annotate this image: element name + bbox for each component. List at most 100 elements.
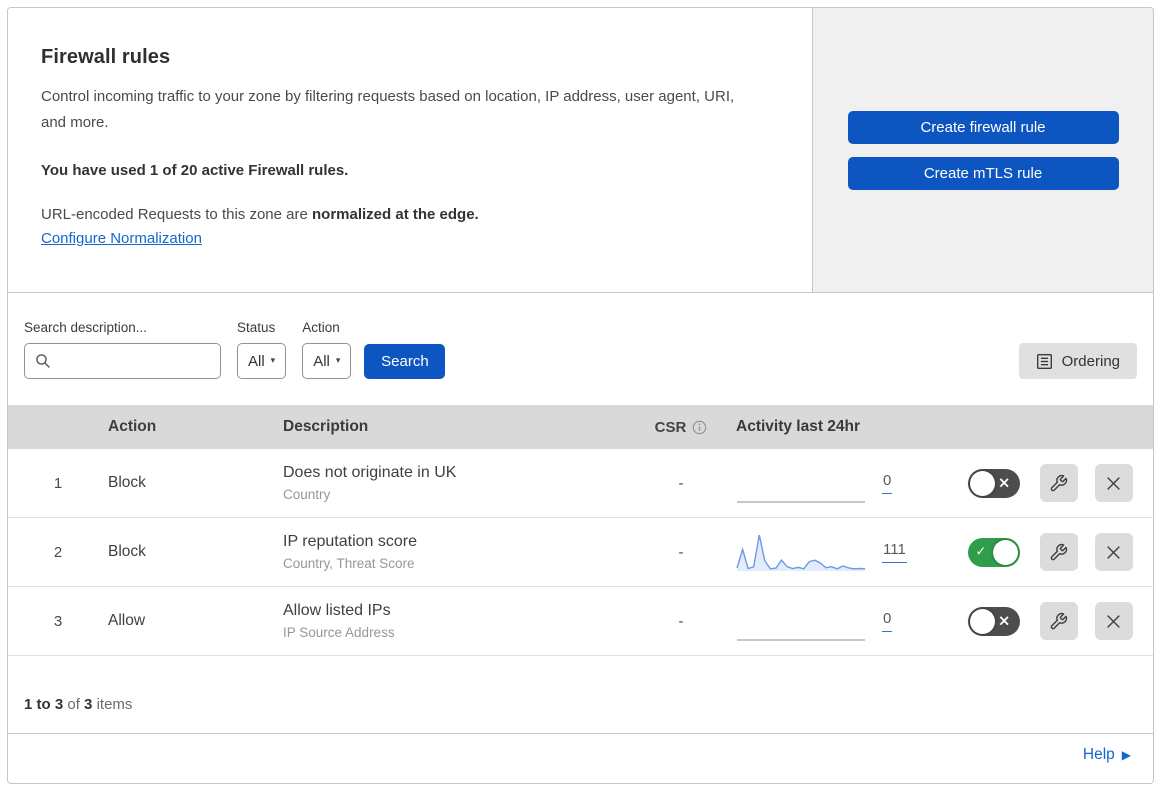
intro-description: Control incoming traffic to your zone by… <box>41 88 735 132</box>
action-filter-group: Action All ▾ <box>302 320 352 379</box>
usage-note: You have used 1 of 20 active Firewall ru… <box>41 161 349 179</box>
action-label: Action <box>302 320 340 335</box>
wrench-icon <box>1049 474 1068 493</box>
rule-toggle-cell: ✓ × <box>956 468 1031 498</box>
pagination-of: of <box>67 696 80 713</box>
top-section: Firewall rules Control incoming traffic … <box>8 8 1153 293</box>
normalization-text: URL-encoded Requests to this zone are <box>41 205 312 223</box>
toggle-knob <box>969 470 995 496</box>
table-row: 2 Block IP reputation score Country, Thr… <box>8 518 1153 587</box>
search-input[interactable] <box>59 352 210 370</box>
help-link[interactable]: Help ▶ <box>1083 746 1131 764</box>
info-icon[interactable] <box>692 420 707 435</box>
rule-description: IP reputation score <box>283 533 418 550</box>
close-icon <box>1105 544 1122 561</box>
action-select-value: All <box>313 352 330 370</box>
rule-enabled-toggle[interactable]: ✓ × <box>967 537 1020 567</box>
search-group: Search description... <box>24 320 221 379</box>
rule-toggle-cell: ✓ × <box>956 537 1031 567</box>
edit-rule-button[interactable] <box>1039 533 1078 571</box>
activity-count-link[interactable]: 111 <box>882 541 907 563</box>
header-description: Description <box>283 418 369 435</box>
header-activity: Activity last 24hr <box>736 418 861 435</box>
activity-count-link[interactable]: 0 <box>882 610 893 632</box>
edit-rule-button[interactable] <box>1039 464 1078 502</box>
delete-rule-button[interactable] <box>1094 464 1133 502</box>
wrench-icon <box>1049 543 1068 562</box>
arrow-right-icon: ▶ <box>1121 748 1131 762</box>
normalization-note: URL-encoded Requests to this zone are no… <box>41 206 752 223</box>
status-filter-group: Status All ▾ <box>237 320 287 379</box>
rule-csr: - <box>678 612 684 630</box>
pagination-summary: 1 to 3 of 3 items <box>8 656 1153 734</box>
rule-index: 1 <box>53 474 63 492</box>
table-header: Action Description CSR Activity last 24h… <box>8 405 1153 449</box>
chevron-down-icon: ▾ <box>270 356 276 366</box>
create-firewall-rule-button[interactable]: Create firewall rule <box>847 110 1119 144</box>
activity-sparkline <box>736 599 866 643</box>
actions-panel: Create firewall rule Create mTLS rule <box>813 8 1153 292</box>
chevron-down-icon: ▾ <box>335 356 341 366</box>
search-icon <box>35 353 51 369</box>
status-select-value: All <box>248 352 265 370</box>
rule-delete-cell <box>1086 464 1141 502</box>
rule-activity-cell: 111 <box>726 530 956 574</box>
header-csr: CSR <box>636 419 726 436</box>
rule-description: Allow listed IPs <box>283 602 391 619</box>
ordering-list-icon <box>1036 353 1053 370</box>
rule-toggle-cell: ✓ × <box>956 606 1031 636</box>
close-icon <box>1105 613 1122 630</box>
rule-action: Allow <box>108 612 146 629</box>
close-icon <box>1105 475 1122 492</box>
rule-fields: Country, Threat Score <box>283 556 415 571</box>
rule-description-cell: IP reputation score Country, Threat Scor… <box>283 533 636 571</box>
pagination-text: 1 to 3 of 3 items <box>24 696 132 713</box>
create-mtls-rule-button[interactable]: Create mTLS rule <box>847 156 1119 190</box>
x-icon: × <box>997 611 1011 630</box>
delete-rule-button[interactable] <box>1094 533 1133 571</box>
firewall-rules-panel: Firewall rules Control incoming traffic … <box>7 7 1154 784</box>
page-title: Firewall rules <box>41 46 171 68</box>
rule-index: 2 <box>53 543 63 561</box>
rule-description-cell: Allow listed IPs IP Source Address <box>283 602 636 640</box>
activity-count-link[interactable]: 0 <box>882 472 893 494</box>
ordering-button-label: Ordering <box>1061 352 1120 370</box>
rule-enabled-toggle[interactable]: ✓ × <box>967 606 1020 636</box>
rule-action: Block <box>108 543 146 560</box>
table-row: 3 Allow Allow listed IPs IP Source Addre… <box>8 587 1153 656</box>
pagination-total: 3 <box>84 696 93 713</box>
configure-normalization-link[interactable]: Configure Normalization <box>41 230 202 247</box>
search-label: Search description... <box>24 320 148 335</box>
ordering-button[interactable]: Ordering <box>1018 343 1137 379</box>
rule-edit-cell <box>1031 464 1086 502</box>
rule-activity-cell: 0 <box>726 461 956 505</box>
rule-enabled-toggle[interactable]: ✓ × <box>967 468 1020 498</box>
edit-rule-button[interactable] <box>1039 602 1078 640</box>
status-select[interactable]: All ▾ <box>237 343 287 379</box>
action-select[interactable]: All ▾ <box>302 343 352 379</box>
search-input-box[interactable] <box>24 343 221 379</box>
help-label: Help <box>1082 746 1115 763</box>
rule-activity-cell: 0 <box>726 599 956 643</box>
rule-delete-cell <box>1086 533 1141 571</box>
activity-sparkline <box>736 530 866 574</box>
rule-index: 3 <box>53 612 63 630</box>
normalization-bold: normalized at the edge. <box>312 205 479 223</box>
x-icon: × <box>997 473 1011 492</box>
wrench-icon <box>1049 612 1068 631</box>
filter-bar: Search description... Status All ▾ Actio… <box>8 293 1153 405</box>
rule-edit-cell <box>1031 602 1086 640</box>
pagination-range: 1 to 3 <box>24 696 64 713</box>
rule-fields: Country <box>283 487 331 502</box>
header-csr-label: CSR <box>654 418 687 436</box>
table-row: 1 Block Does not originate in UK Country… <box>8 449 1153 518</box>
intro-card: Firewall rules Control incoming traffic … <box>8 8 813 292</box>
status-label: Status <box>237 320 276 335</box>
rule-csr: - <box>678 543 684 561</box>
pagination-items: items <box>96 696 133 713</box>
search-button[interactable]: Search <box>364 344 446 379</box>
rule-delete-cell <box>1086 602 1141 640</box>
delete-rule-button[interactable] <box>1094 602 1133 640</box>
help-bar: Help ▶ <box>8 734 1153 776</box>
rule-action: Block <box>108 474 146 491</box>
